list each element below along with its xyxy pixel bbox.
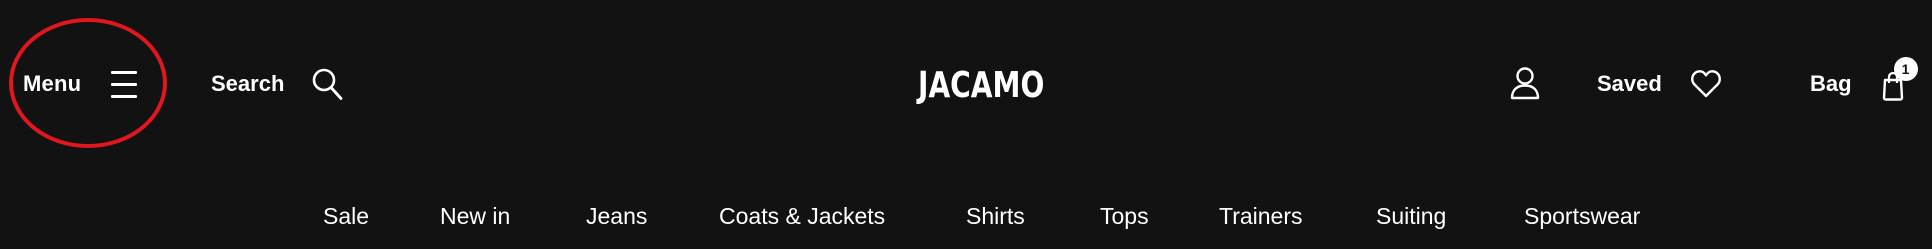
nav-item-suiting[interactable]: Suiting bbox=[1376, 196, 1446, 236]
bag-count-badge: 1 bbox=[1893, 57, 1918, 81]
category-nav: Sale New in Jeans Coats & Jackets Shirts… bbox=[0, 196, 1932, 236]
search-label: Search bbox=[211, 71, 285, 96]
search-button[interactable]: Search bbox=[211, 62, 343, 106]
nav-item-jeans[interactable]: Jeans bbox=[586, 196, 647, 236]
site-header: Menu Search JACAMO Saved Bag 1 Sale New … bbox=[0, 0, 1932, 249]
nav-item-sportswear[interactable]: Sportswear bbox=[1524, 196, 1640, 236]
nav-item-trainers[interactable]: Trainers bbox=[1219, 196, 1303, 236]
nav-item-tops[interactable]: Tops bbox=[1100, 196, 1149, 236]
nav-item-sale[interactable]: Sale bbox=[323, 196, 369, 236]
jacamo-logo[interactable]: JACAMO bbox=[918, 62, 1044, 108]
saved-button[interactable]: Saved bbox=[1597, 62, 1722, 106]
top-bar: Menu Search JACAMO Saved Bag 1 bbox=[0, 0, 1932, 170]
saved-label: Saved bbox=[1597, 71, 1662, 96]
nav-item-shirts[interactable]: Shirts bbox=[966, 196, 1025, 236]
bag-icon-wrapper: 1 bbox=[1882, 57, 1918, 101]
nav-item-new-in[interactable]: New in bbox=[440, 196, 510, 236]
user-icon[interactable] bbox=[1509, 66, 1541, 100]
heart-icon bbox=[1690, 70, 1721, 98]
hamburger-icon bbox=[111, 69, 138, 99]
nav-item-coats-jackets[interactable]: Coats & Jackets bbox=[719, 196, 885, 236]
bag-button[interactable]: Bag 1 bbox=[1810, 57, 1918, 106]
menu-button[interactable]: Menu bbox=[23, 62, 138, 106]
bag-label: Bag bbox=[1810, 71, 1852, 96]
menu-label: Menu bbox=[23, 71, 82, 96]
search-icon bbox=[313, 68, 343, 100]
